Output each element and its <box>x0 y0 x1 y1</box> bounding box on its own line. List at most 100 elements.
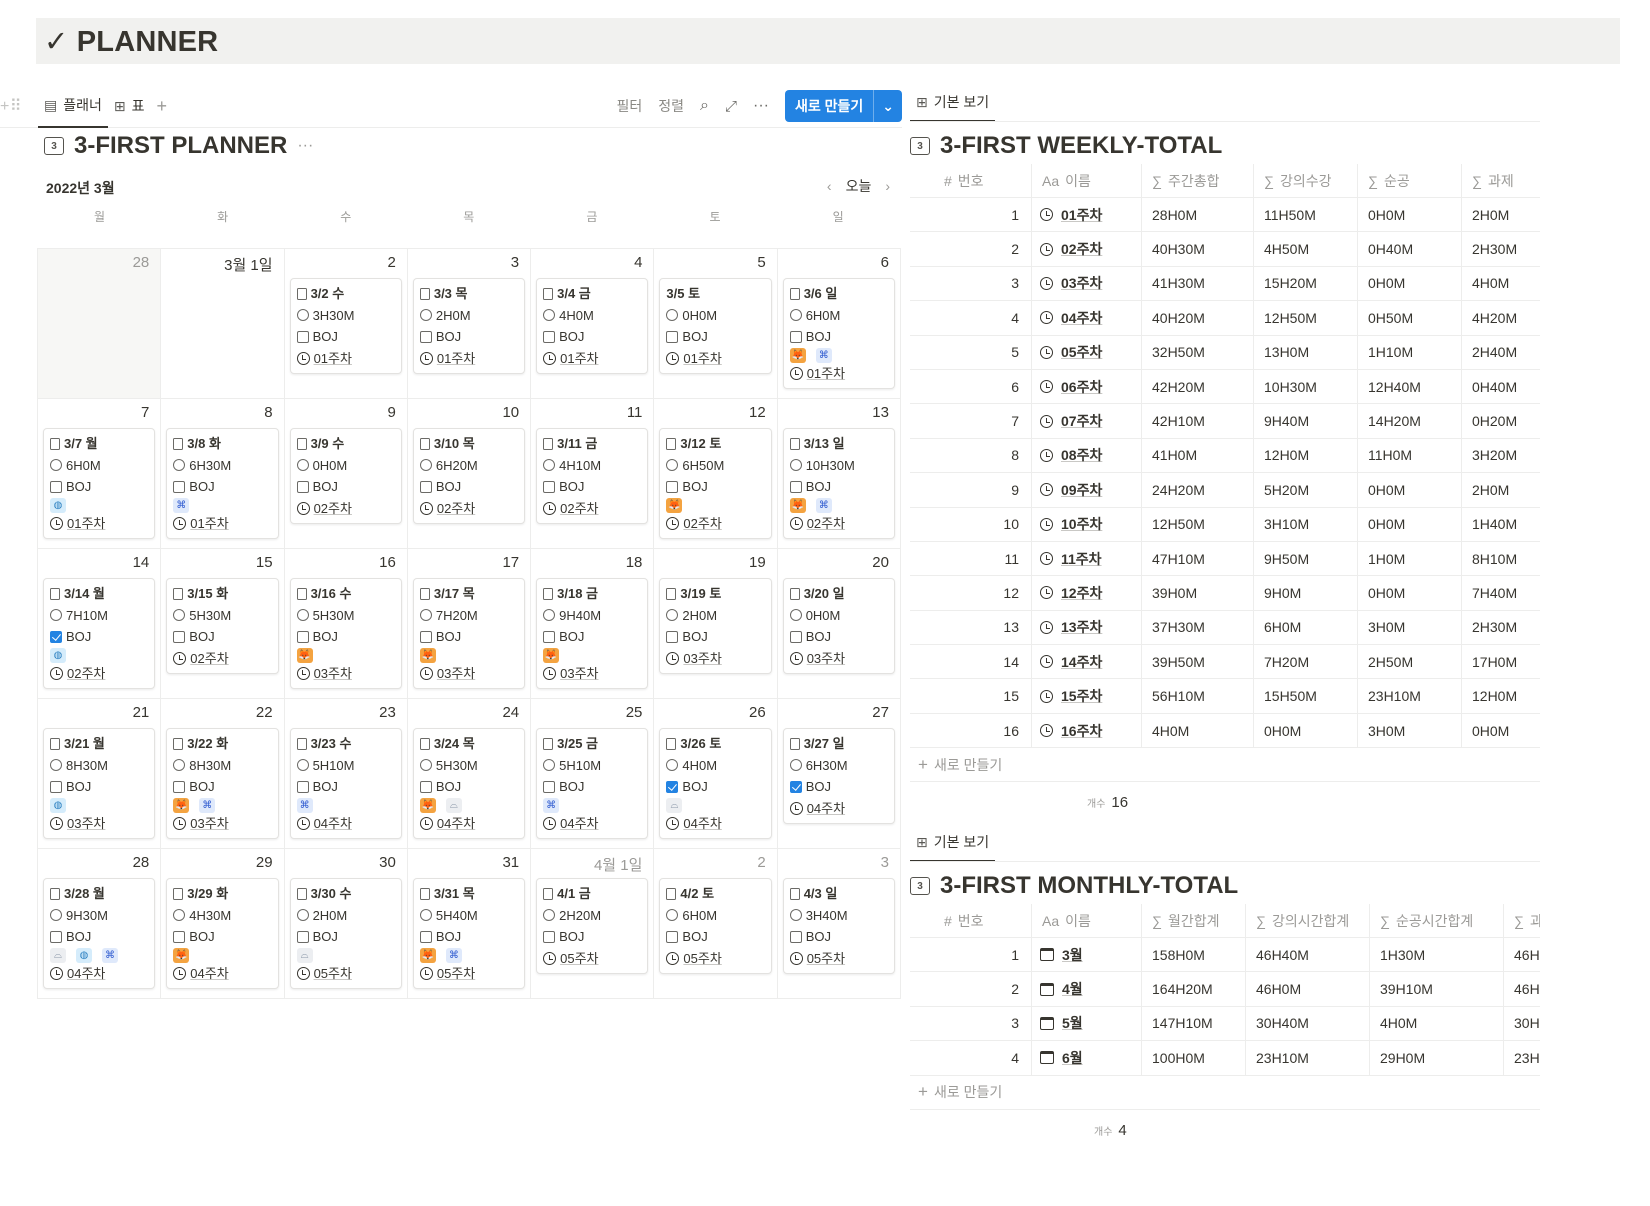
table-row[interactable]: 1 01주차 28H0M 11H50M 0H0M 2H0M <box>910 198 1540 233</box>
column-header[interactable]: Aa 이름 <box>1032 904 1142 937</box>
planner-entry-card[interactable]: 4/3 일 3H40M BOJ 05주차 <box>782 878 895 974</box>
row-name-link[interactable]: 10주차 <box>1061 514 1102 534</box>
entry-week-link[interactable]: 01주차 <box>437 348 475 370</box>
row-name[interactable]: 05주차 <box>1032 335 1142 369</box>
table-row[interactable]: 2 02주차 40H30M 4H50M 0H40M 2H30M <box>910 232 1540 267</box>
row-name[interactable]: 15주차 <box>1032 679 1142 713</box>
calendar-day-cell[interactable]: 16 3/16 수 5H30M BOJ 🦊 03주차 <box>284 549 408 699</box>
calendar-day-cell[interactable]: 4월 1일 4/1 금 2H20M BOJ 05주차 <box>531 849 655 999</box>
row-name[interactable]: 01주차 <box>1032 198 1142 232</box>
planner-entry-card[interactable]: 3/23 수 5H10M BOJ ⌘ 04주차 <box>289 728 402 839</box>
checkbox[interactable] <box>419 330 432 343</box>
entry-week-link[interactable]: 02주차 <box>190 648 228 670</box>
more-icon[interactable]: ··· <box>753 97 769 115</box>
row-name-link[interactable]: 13주차 <box>1061 617 1102 637</box>
entry-week-link[interactable]: 04주차 <box>437 813 475 835</box>
entry-week-link[interactable]: 03주차 <box>807 648 845 670</box>
expand-icon[interactable]: ⤢ <box>725 98 737 115</box>
calendar-day-cell[interactable]: 17 3/17 목 7H20M BOJ 🦊 03주차 <box>407 549 532 699</box>
entry-week-link[interactable]: 02주차 <box>683 513 721 535</box>
planner-entry-card[interactable]: 3/30 수 2H0M BOJ ⌓ 05주차 <box>289 878 402 989</box>
row-name[interactable]: 03주차 <box>1032 266 1142 301</box>
row-name-link[interactable]: 02주차 <box>1061 239 1102 259</box>
row-name-link[interactable]: 14주차 <box>1061 652 1102 672</box>
planner-entry-card[interactable]: 3/6 일 6H0M BOJ 🦊 ⌘ 01주차 <box>782 278 895 389</box>
entry-week-link[interactable]: 03주차 <box>314 663 352 685</box>
column-header[interactable]: # 번호 <box>910 904 1032 937</box>
entry-week-link[interactable]: 04주차 <box>683 813 721 835</box>
planner-entry-card[interactable]: 3/11 금 4H10M BOJ 02주차 <box>536 428 649 524</box>
entry-week-link[interactable]: 01주차 <box>190 513 228 535</box>
table-row[interactable]: 10 10주차 12H50M 3H10M 0H0M 1H40M <box>910 507 1540 542</box>
entry-week-link[interactable]: 01주차 <box>560 348 598 370</box>
checkbox[interactable] <box>173 780 186 793</box>
row-name-link[interactable]: 3월 <box>1062 945 1083 965</box>
row-name[interactable]: 13주차 <box>1032 610 1142 645</box>
entry-week-link[interactable]: 01주차 <box>807 363 845 385</box>
row-name[interactable]: 08주차 <box>1032 438 1142 473</box>
checkbox[interactable] <box>789 630 802 643</box>
checkbox[interactable] <box>666 480 679 493</box>
row-name[interactable]: 04주차 <box>1032 301 1142 335</box>
entry-week-link[interactable]: 02주차 <box>67 663 105 685</box>
planner-entry-card[interactable]: 3/29 화 4H30M BOJ 🦊 04주차 <box>166 878 279 989</box>
row-name-link[interactable]: 08주차 <box>1061 445 1102 465</box>
checkbox[interactable] <box>296 480 309 493</box>
row-name-link[interactable]: 12주차 <box>1061 583 1102 603</box>
row-name-link[interactable]: 06주차 <box>1061 377 1102 397</box>
row-name[interactable]: 07주차 <box>1032 404 1142 438</box>
tab-table[interactable]: ⊞ 표 <box>108 84 151 128</box>
table-row[interactable]: 4 04주차 40H20M 12H50M 0H50M 4H20M <box>910 301 1540 336</box>
checkbox[interactable] <box>543 630 556 643</box>
calendar-day-cell[interactable]: 14 3/14 월 7H10M BOJ ◍ 02주차 <box>38 549 162 699</box>
checkbox[interactable] <box>296 930 309 943</box>
checkbox[interactable] <box>666 780 679 793</box>
checkbox[interactable] <box>296 780 309 793</box>
checkbox[interactable] <box>419 930 432 943</box>
calendar-day-cell[interactable]: 31 3/31 목 5H40M BOJ 🦊 ⌘ 05주차 <box>407 849 532 999</box>
planner-entry-card[interactable]: 3/10 목 6H20M BOJ 02주차 <box>412 428 526 524</box>
row-name[interactable]: 11주차 <box>1032 541 1142 576</box>
entry-week-link[interactable]: 01주차 <box>683 348 721 370</box>
checkbox[interactable] <box>50 630 62 643</box>
calendar-day-cell[interactable]: 11 3/11 금 4H10M BOJ 02주차 <box>531 399 655 549</box>
calendar-day-cell[interactable]: 21 3/21 월 8H30M BOJ ◍ 03주차 <box>38 699 162 849</box>
row-name[interactable]: 02주차 <box>1032 232 1142 266</box>
add-row-button[interactable]: + 새로 만들기 <box>910 1076 1540 1110</box>
checkbox[interactable] <box>789 780 802 793</box>
checkbox[interactable] <box>419 630 432 643</box>
calendar-day-cell[interactable]: 2 3/2 수 3H30M BOJ 01주차 <box>284 249 408 399</box>
row-name[interactable]: 10주차 <box>1032 507 1142 541</box>
calendar-day-cell[interactable]: 5 3/5 토 0H0M BOJ 01주차 <box>654 249 778 399</box>
row-name-link[interactable]: 6월 <box>1062 1048 1083 1068</box>
entry-week-link[interactable]: 05주차 <box>437 963 475 985</box>
table-row[interactable]: 11 11주차 47H10M 9H50M 1H0M 8H10M <box>910 541 1540 577</box>
column-header[interactable]: ∑ 강의수강 <box>1254 164 1358 197</box>
planner-entry-card[interactable]: 3/31 목 5H40M BOJ 🦊 ⌘ 05주차 <box>412 878 526 989</box>
checkbox[interactable] <box>789 930 802 943</box>
checkbox[interactable] <box>789 480 802 493</box>
chevron-down-icon[interactable]: ⌄ <box>873 90 902 122</box>
row-name[interactable]: 09주차 <box>1032 473 1142 507</box>
entry-week-link[interactable]: 02주차 <box>807 513 845 535</box>
calendar-day-cell[interactable]: 27 3/27 일 6H30M BOJ 04주차 <box>777 699 901 849</box>
tab-planner[interactable]: ▤ 플래너 <box>38 84 108 128</box>
sort-button[interactable]: 정렬 <box>658 96 684 116</box>
checkbox[interactable] <box>50 780 62 793</box>
calendar-day-cell[interactable]: 20 3/20 일 0H0M BOJ 03주차 <box>777 549 901 699</box>
planner-entry-card[interactable]: 3/28 월 9H30M BOJ ⌓ ◍ ⌘ 04주차 <box>43 878 156 989</box>
checkbox[interactable] <box>543 780 556 793</box>
checkbox[interactable] <box>543 480 556 493</box>
entry-week-link[interactable]: 02주차 <box>437 498 475 520</box>
table-row[interactable]: 12 12주차 39H0M 9H0M 0H0M 7H40M <box>910 576 1540 611</box>
today-button[interactable]: 오늘 <box>846 176 872 196</box>
add-view-button[interactable]: + <box>151 84 174 128</box>
calendar-day-cell[interactable]: 18 3/18 금 9H40M BOJ 🦊 03주차 <box>531 549 655 699</box>
table-row[interactable]: 13 13주차 37H30M 6H0M 3H0M 2H30M <box>910 610 1540 646</box>
entry-week-link[interactable]: 01주차 <box>314 348 352 370</box>
entry-week-link[interactable]: 03주차 <box>560 663 598 685</box>
calendar-day-cell[interactable]: 23 3/23 수 5H10M BOJ ⌘ 04주차 <box>284 699 408 849</box>
planner-entry-card[interactable]: 3/7 월 6H0M BOJ ◍ 01주차 <box>43 428 156 539</box>
more-icon[interactable]: ··· <box>297 137 313 155</box>
row-name-link[interactable]: 05주차 <box>1061 342 1102 362</box>
